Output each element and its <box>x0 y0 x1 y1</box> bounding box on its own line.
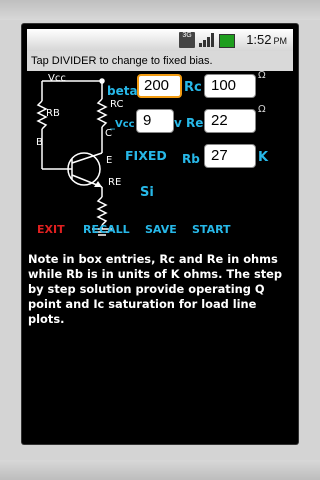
re-resistor-label: RE <box>108 177 122 188</box>
recall-button[interactable]: RECALL <box>83 223 130 236</box>
window-bottom-frame <box>0 460 320 480</box>
base-label: B <box>36 137 43 148</box>
title-banner: Tap DIVIDER to change to fixed bias. <box>27 51 293 71</box>
network-3g-icon: 3G <box>179 32 195 48</box>
phone-screen: 3G 1:52 PM Tap DIVIDER to change to fixed… <box>22 24 298 444</box>
save-button[interactable]: SAVE <box>145 223 177 236</box>
exit-button[interactable]: EXIT <box>37 223 65 236</box>
re-label: v Re <box>174 116 204 130</box>
vcc-label: _Vcc <box>110 119 135 130</box>
rb-unit-label: K <box>258 150 269 165</box>
vcc-node-label: Vcc <box>48 73 66 84</box>
window-top-frame <box>0 0 320 20</box>
vcc-input[interactable]: 9 <box>136 109 174 133</box>
rb-resistor-label: RB <box>46 108 60 119</box>
start-button[interactable]: START <box>192 223 231 236</box>
network-label: 3G <box>182 32 192 39</box>
re-ohm-symbol: Ω <box>258 104 266 115</box>
beta-label: beta <box>107 84 138 98</box>
rc-resistor-label: RC <box>110 99 124 110</box>
status-bar: 3G 1:52 PM <box>27 29 293 51</box>
signal-bars-icon <box>199 33 214 47</box>
rc-ohm-symbol: Ω <box>258 70 266 81</box>
battery-icon <box>219 34 235 48</box>
rb-label: Rb <box>182 152 200 166</box>
rc-label: Rc <box>184 80 202 95</box>
rb-input[interactable]: 27 <box>204 144 256 168</box>
re-input[interactable]: 22 <box>204 109 256 133</box>
clock-time: 1:52 <box>246 32 272 47</box>
beta-input[interactable]: 200 <box>137 74 182 98</box>
fixed-bias-button[interactable]: FIXED <box>125 148 167 163</box>
si-output: Si <box>140 185 154 200</box>
emitter-label: E <box>106 155 113 166</box>
instructions-note: Note in box entries, Rc and Re in ohms w… <box>28 252 283 326</box>
rc-input[interactable]: 100 <box>204 74 256 98</box>
status-clock: 1:52 PM <box>246 32 287 47</box>
clock-ampm: PM <box>273 36 288 46</box>
